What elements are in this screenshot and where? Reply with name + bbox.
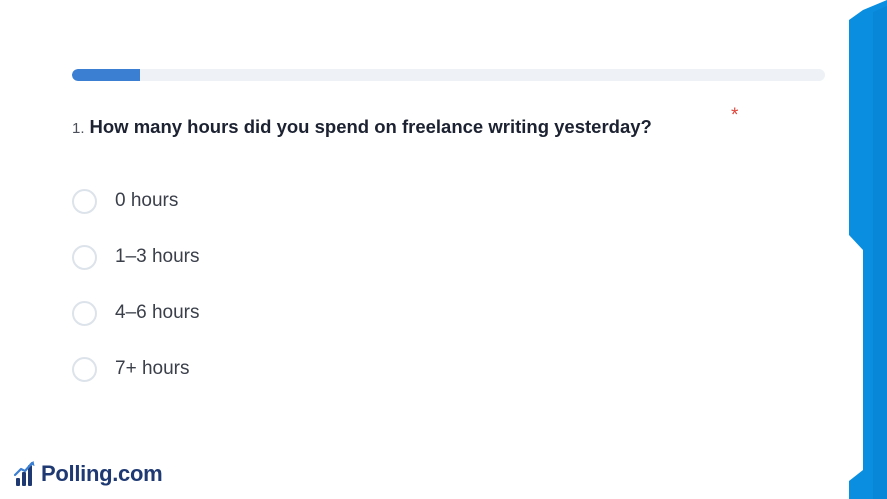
question-number: 1. <box>72 120 85 137</box>
brand-logo: Polling.com <box>14 460 163 488</box>
brand-name: Polling.com <box>41 461 163 486</box>
progress-bar <box>72 69 825 81</box>
answer-option-7-plus-hours[interactable]: 7+ hours <box>72 341 200 397</box>
answer-option-4-6-hours[interactable]: 4–6 hours <box>72 285 200 341</box>
required-marker: * <box>731 105 739 126</box>
bar-chart-logo-icon <box>14 461 35 486</box>
question-text: How many hours did you spend on freelanc… <box>89 116 652 137</box>
radio-button[interactable] <box>72 300 97 326</box>
answer-option-0-hours[interactable]: 0 hours <box>72 173 200 229</box>
answer-option-label: 4–6 hours <box>115 302 200 323</box>
answer-option-1-3-hours[interactable]: 1–3 hours <box>72 229 200 285</box>
answer-option-label: 0 hours <box>115 190 179 211</box>
radio-button[interactable] <box>72 244 97 270</box>
radio-button[interactable] <box>72 188 97 214</box>
answer-options: 0 hours 1–3 hours 4–6 hours 7+ hours <box>72 173 200 397</box>
radio-button[interactable] <box>72 356 97 382</box>
answer-option-label: 1–3 hours <box>115 246 200 267</box>
progress-bar-fill <box>72 69 140 81</box>
question-title: 1. How many hours did you spend on freela… <box>72 116 652 138</box>
answer-option-label: 7+ hours <box>115 358 190 379</box>
